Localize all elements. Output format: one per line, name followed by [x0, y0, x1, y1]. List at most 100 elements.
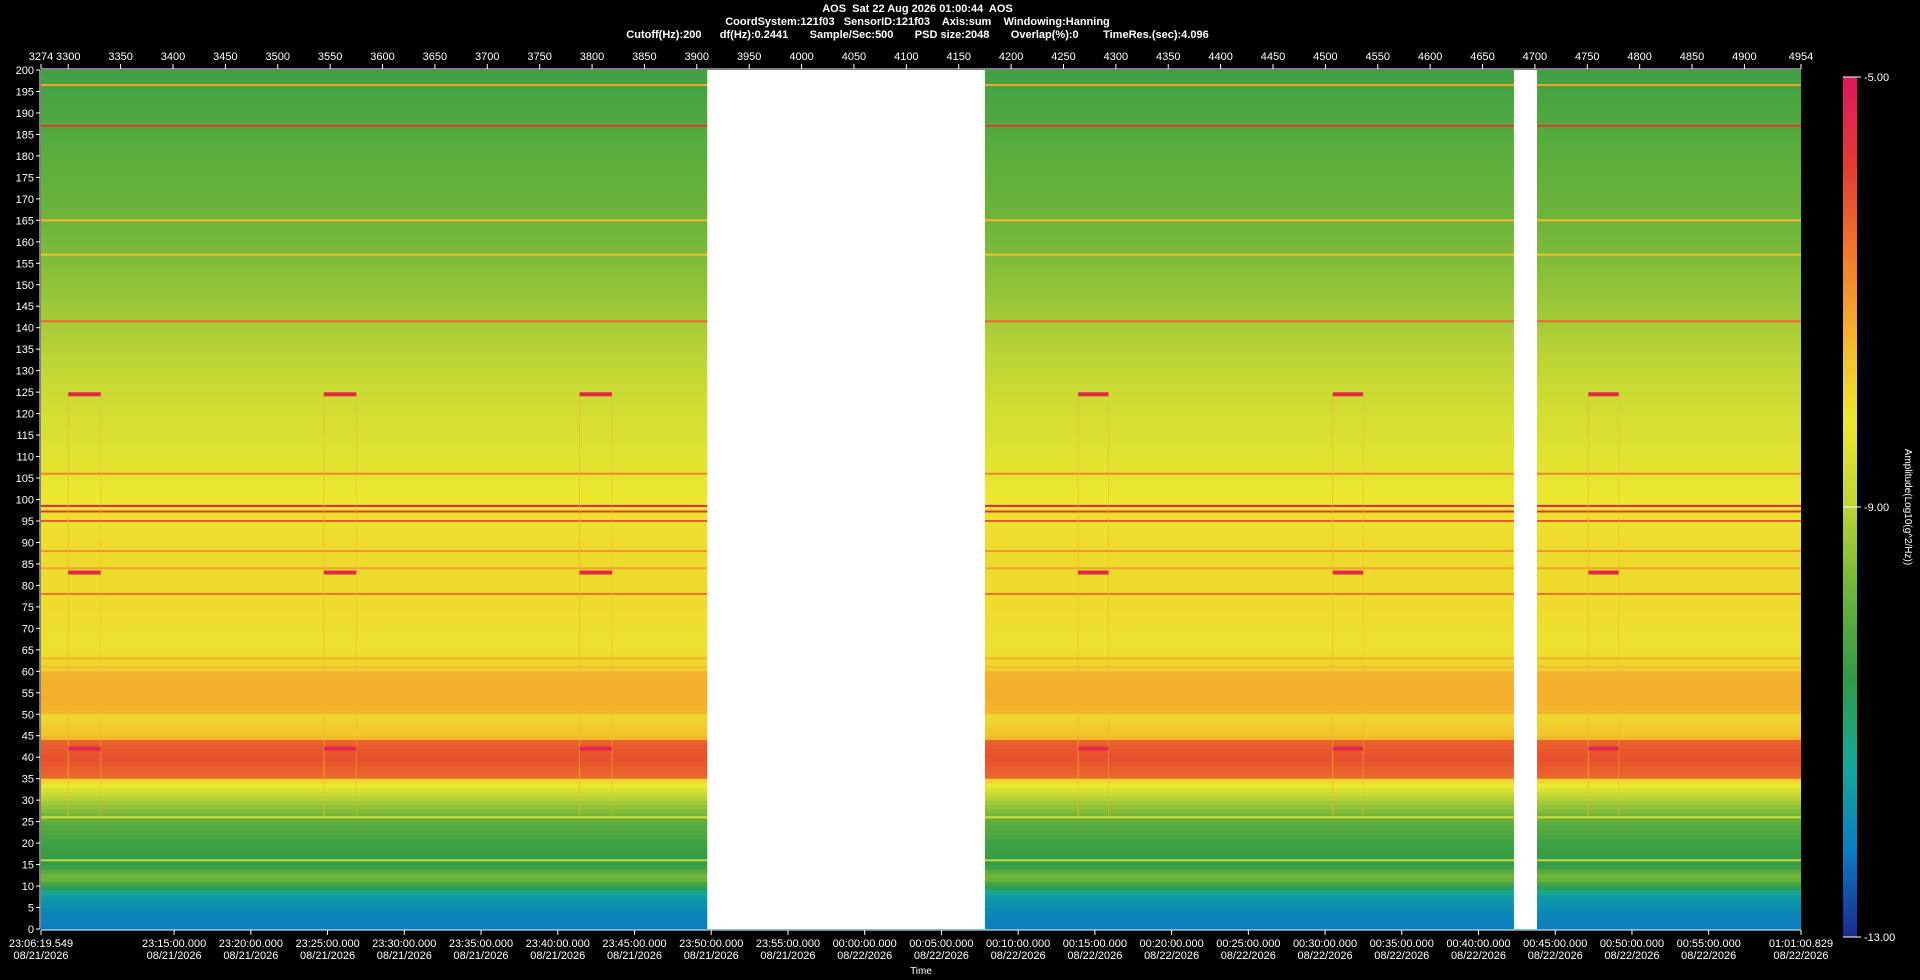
- top-tick-label: 4800: [1627, 51, 1651, 63]
- y-tick-label: 110: [16, 452, 34, 464]
- date-tick-label: 08/21/2026: [760, 950, 815, 962]
- y-tick-label: 40: [22, 752, 34, 764]
- y-tick-label: 180: [16, 151, 34, 163]
- time-tick-label: 00:20:00.000: [1139, 938, 1203, 950]
- date-tick-label: 08/22/2026: [1681, 950, 1736, 962]
- date-tick-label: 08/22/2026: [1773, 950, 1828, 962]
- top-tick-label: 4650: [1470, 51, 1494, 63]
- time-tick-label: 00:10:00.000: [986, 938, 1050, 950]
- y-tick-label: 25: [22, 817, 34, 829]
- date-tick-label: 08/22/2026: [1451, 950, 1506, 962]
- event-burst: [1332, 746, 1364, 751]
- top-tick-label: 4250: [1051, 51, 1075, 63]
- spectrogram-chart: 3274 3300 3350 3400 3450 3500 3550 3600 3650 3700…: [9, 51, 1913, 977]
- top-tick-label: 4600: [1418, 51, 1442, 63]
- y-tick-label: 125: [16, 387, 34, 399]
- time-tick-label: 00:30:00.000: [1293, 938, 1357, 950]
- top-tick-label: 4954: [1789, 51, 1813, 63]
- y-tick-label: 65: [22, 645, 34, 657]
- data-gap: [1513, 70, 1537, 929]
- time-tick-label: 00:35:00.000: [1370, 938, 1434, 950]
- date-tick-label: 08/22/2026: [1374, 950, 1429, 962]
- y-tick-label: 135: [16, 344, 34, 356]
- y-tick-label: 160: [16, 237, 34, 249]
- event-burst: [1078, 392, 1109, 397]
- y-tick-label: 20: [22, 838, 34, 850]
- top-tick-label: 3750: [527, 51, 551, 63]
- top-tick-label: 3650: [423, 51, 447, 63]
- y-tick-label: 150: [16, 280, 34, 292]
- time-tick-label: 00:05:00.000: [909, 938, 973, 950]
- top-tick-label: 3850: [632, 51, 656, 63]
- top-tick-label: 3950: [737, 51, 761, 63]
- y-tick-label: 80: [22, 580, 34, 592]
- date-tick-label: 08/22/2026: [991, 950, 1046, 962]
- y-tick-label: 35: [22, 774, 34, 786]
- time-tick-label: 23:06:19.549: [9, 938, 73, 950]
- time-tick-label: 23:25:00.000: [295, 938, 359, 950]
- top-tick-label: 3700: [475, 51, 499, 63]
- y-tick-label: 15: [22, 860, 34, 872]
- y-tick-label: 5: [28, 903, 34, 915]
- top-tick-label: 4100: [894, 51, 918, 63]
- y-tick-label: 145: [16, 301, 34, 313]
- y-tick-label: 55: [22, 688, 34, 700]
- time-tick-label: 23:30:00.000: [372, 938, 436, 950]
- y-tick-label: 10: [22, 881, 34, 893]
- y-tick-label: 0: [28, 924, 34, 936]
- top-tick-label: 4150: [946, 51, 970, 63]
- date-tick-label: 08/22/2026: [1298, 950, 1353, 962]
- time-tick-label: 23:20:00.000: [219, 938, 283, 950]
- date-tick-label: 08/21/2026: [377, 950, 432, 962]
- top-tick-label: 3500: [266, 51, 290, 63]
- y-tick-label: 120: [16, 409, 34, 421]
- time-tick-label: 23:15:00.000: [142, 938, 206, 950]
- y-tick-label: 185: [16, 129, 34, 141]
- y-tick-label: 190: [16, 108, 34, 120]
- event-burst: [323, 570, 357, 575]
- date-tick-label: 08/22/2026: [837, 950, 892, 962]
- event-burst: [68, 746, 101, 751]
- date-tick-label: 08/22/2026: [1221, 950, 1276, 962]
- event-burst: [1332, 570, 1364, 575]
- y-axis: 0 5 10 15 20 25 30 35 40 45 50 55 60 65 70 75 80 85 90 95 10…: [16, 65, 41, 936]
- y-tick-label: 45: [22, 731, 34, 743]
- event-burst: [1588, 392, 1619, 397]
- colorbar-max-label: -5.00: [1864, 72, 1889, 84]
- top-tick-label: 3300: [56, 51, 80, 63]
- colorbar-min-label: -13.00: [1864, 932, 1895, 944]
- y-tick-label: 165: [16, 215, 34, 227]
- y-tick-label: 100: [16, 495, 34, 507]
- y-tick-label: 200: [16, 65, 34, 77]
- colorbar-title: Amplitude(Log10(g^2/Hz)): [1902, 449, 1913, 565]
- date-tick-label: 08/22/2026: [1604, 950, 1659, 962]
- top-tick-label: 3274: [29, 51, 53, 63]
- y-tick-label: 155: [16, 258, 34, 270]
- top-tick-label: 4050: [842, 51, 866, 63]
- time-tick-label: 23:50:00.000: [679, 938, 743, 950]
- top-tick-label: 3550: [318, 51, 342, 63]
- time-tick-label: 23:45:00.000: [602, 938, 666, 950]
- time-tick-label: 00:25:00.000: [1216, 938, 1280, 950]
- colorbar-mid-label: -9.00: [1864, 502, 1889, 514]
- top-tick-label: 4300: [1104, 51, 1128, 63]
- top-tick-label: 4400: [1208, 51, 1232, 63]
- time-tick-label: 00:40:00.000: [1446, 938, 1510, 950]
- date-tick-label: 08/22/2026: [1144, 950, 1199, 962]
- top-tick-label: 3450: [213, 51, 237, 63]
- y-tick-label: 170: [16, 194, 34, 206]
- event-burst: [579, 392, 612, 397]
- y-tick-label: 90: [22, 537, 34, 549]
- y-tick-label: 140: [16, 323, 34, 335]
- date-tick-label: 08/21/2026: [13, 950, 68, 962]
- top-tick-label: 4450: [1261, 51, 1285, 63]
- event-burst: [1588, 570, 1619, 575]
- date-tick-label: 08/21/2026: [530, 950, 585, 962]
- event-burst: [579, 746, 612, 751]
- top-tick-label: 3800: [580, 51, 604, 63]
- date-tick-label: 08/21/2026: [223, 950, 278, 962]
- event-burst: [323, 392, 357, 397]
- date-tick-label: 08/22/2026: [1067, 950, 1122, 962]
- y-tick-label: 60: [22, 666, 34, 678]
- date-tick-label: 08/22/2026: [914, 950, 969, 962]
